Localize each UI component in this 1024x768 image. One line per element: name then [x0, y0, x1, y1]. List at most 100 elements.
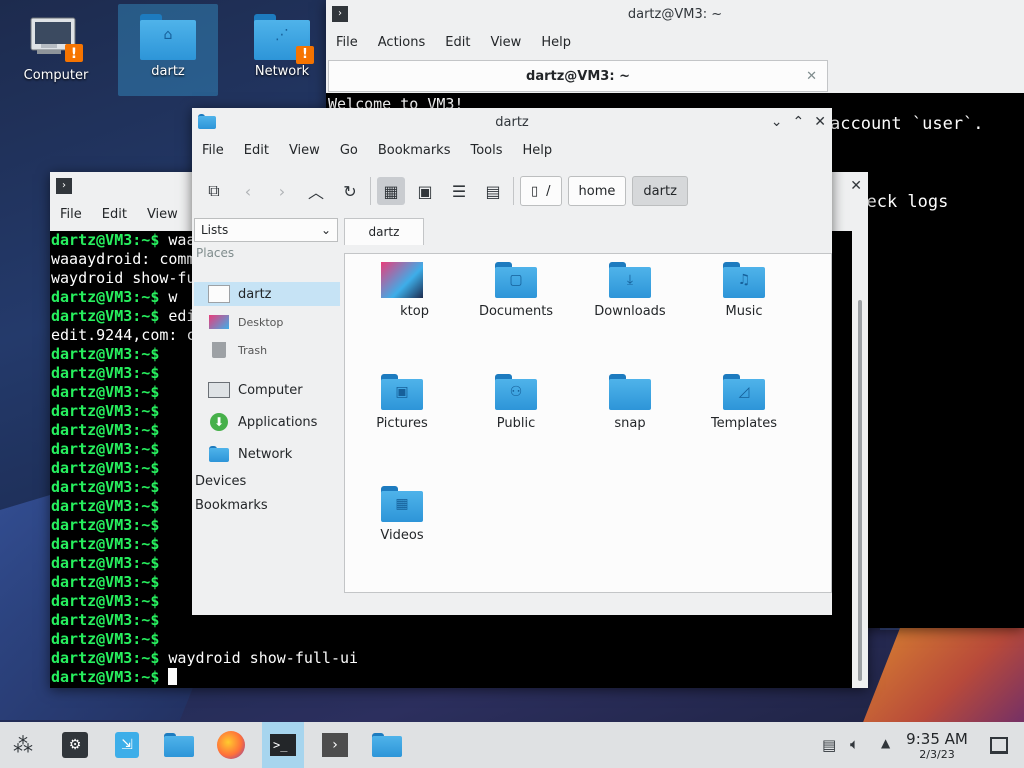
file-name: Music — [725, 304, 763, 319]
close-tab-icon[interactable]: ✕ — [806, 69, 817, 84]
folder-icon — [609, 374, 651, 410]
menu-edit[interactable]: Edit — [234, 143, 279, 158]
shell-prompt: dartz@VM3:~$ — [51, 231, 160, 249]
desktop-icon-network[interactable]: ⋰ ! Network — [232, 4, 332, 96]
menu-tools[interactable]: Tools — [460, 143, 512, 158]
sidebar-item-desktop[interactable]: Desktop — [194, 310, 340, 334]
desktop-icon-computer[interactable]: ! Computer — [6, 4, 106, 96]
back-icon[interactable]: ‹ — [234, 177, 262, 205]
firefox-icon[interactable] — [210, 722, 252, 768]
split-view-icon[interactable]: ▤ — [479, 177, 507, 205]
preview-icon[interactable]: ▣ — [411, 177, 439, 205]
menu-edit[interactable]: Edit — [92, 207, 137, 222]
home-folder-icon: ⌂ — [140, 14, 196, 60]
shell-prompt: dartz@VM3:~$ — [51, 573, 160, 591]
new-window-icon[interactable]: ⧉ — [200, 177, 228, 205]
terminal-tab[interactable]: dartz@VM3: ~ ✕ — [328, 60, 828, 92]
menu-view[interactable]: View — [480, 35, 531, 50]
system-settings-icon[interactable]: ⚙ — [54, 722, 96, 768]
sidebar-item-trash[interactable]: Trash — [194, 338, 340, 362]
drive-icon: ▯ — [531, 183, 539, 199]
volume-icon[interactable]: 🔈︎ — [850, 735, 859, 753]
shell-prompt: dartz@VM3:~$ — [51, 535, 160, 553]
shell-prompt: dartz@VM3:~$ — [51, 421, 160, 439]
shell-prompt: dartz@VM3:~$ — [51, 383, 160, 401]
folder-app-icon — [198, 114, 216, 129]
sidebar-item-applications[interactable]: ⬇ Applications — [194, 410, 340, 434]
view-tab[interactable]: dartz — [344, 218, 424, 245]
terminal-task-icon[interactable]: › — [314, 722, 356, 768]
sidebar-item-dartz[interactable]: dartz — [194, 282, 340, 306]
app-launcher-icon[interactable]: ⁂ — [2, 722, 44, 768]
desktop-icon-dartz[interactable]: ⌂ dartz — [118, 4, 218, 96]
pictures-folder-icon: ▣ — [381, 374, 423, 410]
tray-expand-icon[interactable]: ▲ — [881, 736, 890, 750]
menu-edit[interactable]: Edit — [435, 35, 480, 50]
maximize-icon[interactable]: ⌃ — [793, 114, 805, 130]
file-manager-task-icon[interactable] — [366, 722, 408, 768]
file-item[interactable]: ♫ Music — [689, 262, 799, 319]
clock[interactable]: 9:35 AM 2/3/23 — [902, 730, 972, 761]
menu-actions[interactable]: Actions — [368, 35, 436, 50]
terminal-app-icon: › — [56, 178, 72, 194]
menu-file[interactable]: File — [50, 207, 92, 222]
downloads-folder-icon: ⤓ — [609, 262, 651, 298]
icons-view-icon[interactable]: ▦ — [377, 177, 405, 205]
file-item[interactable]: ⚇ Public — [461, 374, 571, 431]
command-text: w — [168, 288, 178, 306]
file-item[interactable]: ▢ Documents — [461, 262, 571, 319]
file-item[interactable]: snap — [575, 374, 685, 431]
minimize-icon[interactable]: ⌄ — [771, 114, 783, 130]
sidebar-item-network[interactable]: Network — [194, 442, 340, 466]
up-icon[interactable]: ︿ — [302, 177, 330, 205]
file-manager-task-icon[interactable] — [158, 722, 200, 768]
desktop-icon-label: dartz — [151, 64, 185, 79]
close-icon[interactable]: ✕ — [814, 114, 826, 130]
file-name: Public — [496, 416, 536, 431]
file-item[interactable]: ▣ Pictures — [347, 374, 457, 431]
file-item[interactable]: ▦ Videos — [347, 486, 457, 543]
sidebar-item-label: Applications — [238, 414, 318, 430]
menu-view[interactable]: View — [137, 207, 188, 222]
file-name: Templates — [710, 416, 778, 431]
sidebar-section-bookmarks[interactable]: Bookmarks — [195, 498, 268, 513]
menu-help[interactable]: Help — [531, 35, 581, 50]
window-titlebar[interactable]: › dartz@VM3: ~ — [326, 0, 1024, 28]
breadcrumb-root[interactable]: ▯ / — [520, 176, 562, 206]
menu-bookmarks[interactable]: Bookmarks — [368, 143, 461, 158]
file-item[interactable]: ⤓ Downloads — [575, 262, 685, 319]
breadcrumb-home[interactable]: home — [567, 176, 627, 206]
network-icon — [208, 445, 230, 463]
file-item[interactable]: ktop — [347, 262, 457, 319]
reload-icon[interactable]: ↻ — [336, 177, 364, 205]
menu-file[interactable]: File — [326, 35, 368, 50]
sidebar-section-devices[interactable]: Devices — [195, 474, 246, 489]
file-name: Pictures — [376, 416, 428, 431]
clipboard-icon[interactable]: ▤ — [822, 736, 836, 754]
sidebar-dropdown[interactable]: Lists ⌄ — [194, 218, 338, 242]
details-view-icon[interactable]: ☰ — [445, 177, 473, 205]
shell-prompt: dartz@VM3:~$ — [51, 288, 160, 306]
desktop-icon — [208, 313, 230, 331]
sidebar-item-computer[interactable]: Computer — [194, 378, 340, 402]
svg-text:!: ! — [71, 46, 77, 62]
clock-date: 2/3/23 — [919, 748, 955, 761]
menu-file[interactable]: File — [192, 143, 234, 158]
file-item[interactable]: ◿ Templates — [689, 374, 799, 431]
show-desktop-icon[interactable] — [990, 737, 1008, 754]
places-header: Places — [196, 246, 235, 260]
menu-help[interactable]: Help — [513, 143, 563, 158]
close-icon[interactable]: ✕ — [850, 178, 862, 194]
file-name: Documents — [478, 304, 554, 319]
window-titlebar[interactable]: dartz ⌄ ⌃ ✕ — [192, 108, 832, 136]
menu-view[interactable]: View — [279, 143, 330, 158]
discover-icon[interactable]: ⇲ — [106, 722, 148, 768]
forward-icon[interactable]: › — [268, 177, 296, 205]
breadcrumb-dartz[interactable]: dartz — [632, 176, 688, 206]
file-view-scrollbar-thumb[interactable] — [858, 300, 862, 680]
computer-icon — [208, 381, 230, 399]
terminal-line: dartz@VM3:~$ waydroid show-full-ui — [50, 649, 852, 668]
breadcrumb-label: / — [546, 183, 551, 199]
menu-go[interactable]: Go — [330, 143, 368, 158]
konsole-task-icon[interactable]: >_ — [262, 722, 304, 768]
